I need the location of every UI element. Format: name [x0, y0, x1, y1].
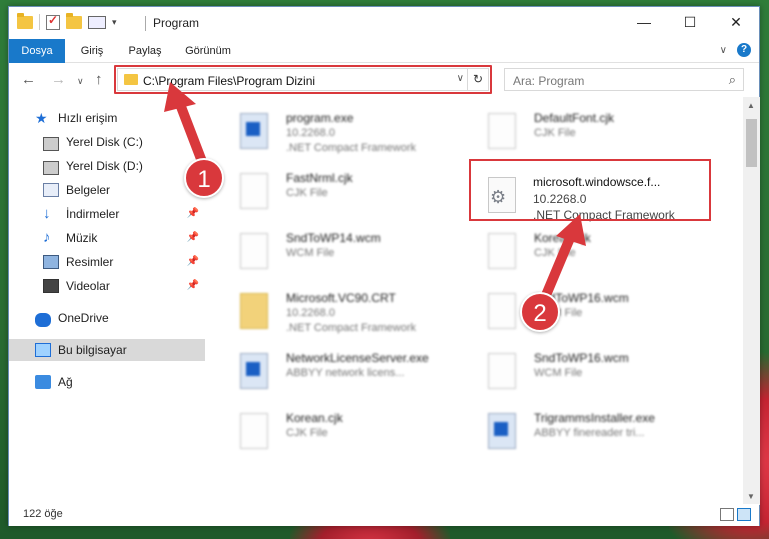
annotation-arrowhead-1: [164, 82, 196, 112]
annotation-badge-2: 2: [520, 292, 560, 332]
annotation-arrows: [164, 82, 586, 305]
annotation-badge-1: 1: [184, 158, 224, 198]
annotation-arrow-2: [539, 233, 575, 305]
